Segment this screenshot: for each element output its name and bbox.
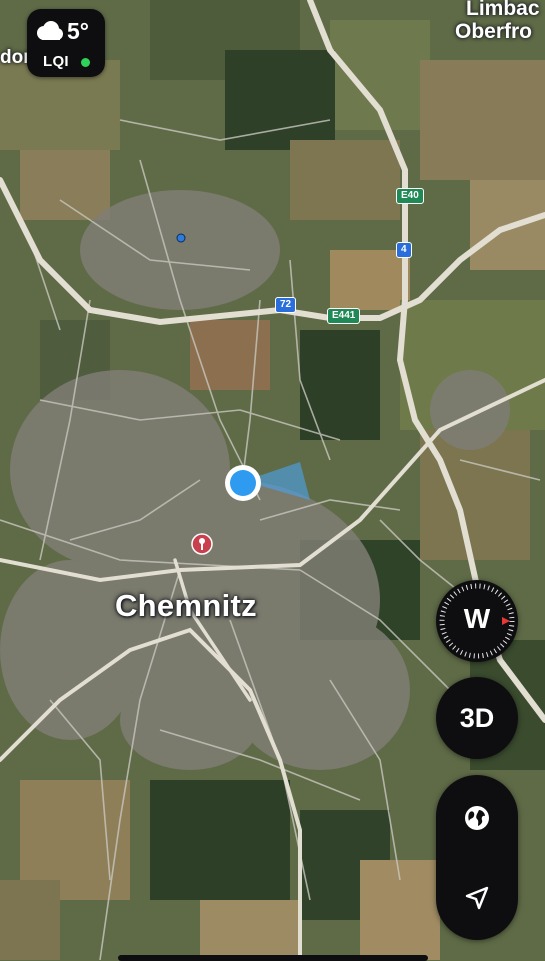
weather-widget[interactable]: 5° LQI — [27, 9, 105, 77]
map-controls-stack — [436, 775, 518, 940]
location-pin-icon[interactable] — [191, 533, 213, 555]
bottom-sheet-handle[interactable] — [118, 955, 428, 961]
poi-dot[interactable] — [176, 233, 186, 243]
3d-view-label: 3D — [459, 703, 495, 733]
air-quality-status-dot — [81, 58, 90, 67]
cloud-icon — [37, 21, 63, 40]
air-quality-label: LQI — [43, 53, 69, 70]
map-mode-button[interactable] — [436, 777, 518, 859]
road-sign-e441: E441 — [327, 308, 361, 324]
globe-icon — [465, 806, 489, 830]
road-sign-72: 72 — [275, 297, 297, 313]
compass-heading: W — [463, 603, 491, 634]
locate-me-button[interactable] — [436, 859, 518, 941]
road-sign-4: 4 — [396, 242, 412, 258]
temperature: 5° — [67, 18, 89, 44]
road-sign-e40: E40 — [396, 188, 424, 204]
compass-button[interactable]: W — [436, 580, 518, 662]
user-location-dot[interactable] — [222, 462, 264, 504]
location-arrow-icon — [465, 886, 489, 910]
3d-view-button[interactable]: 3D — [436, 677, 518, 759]
